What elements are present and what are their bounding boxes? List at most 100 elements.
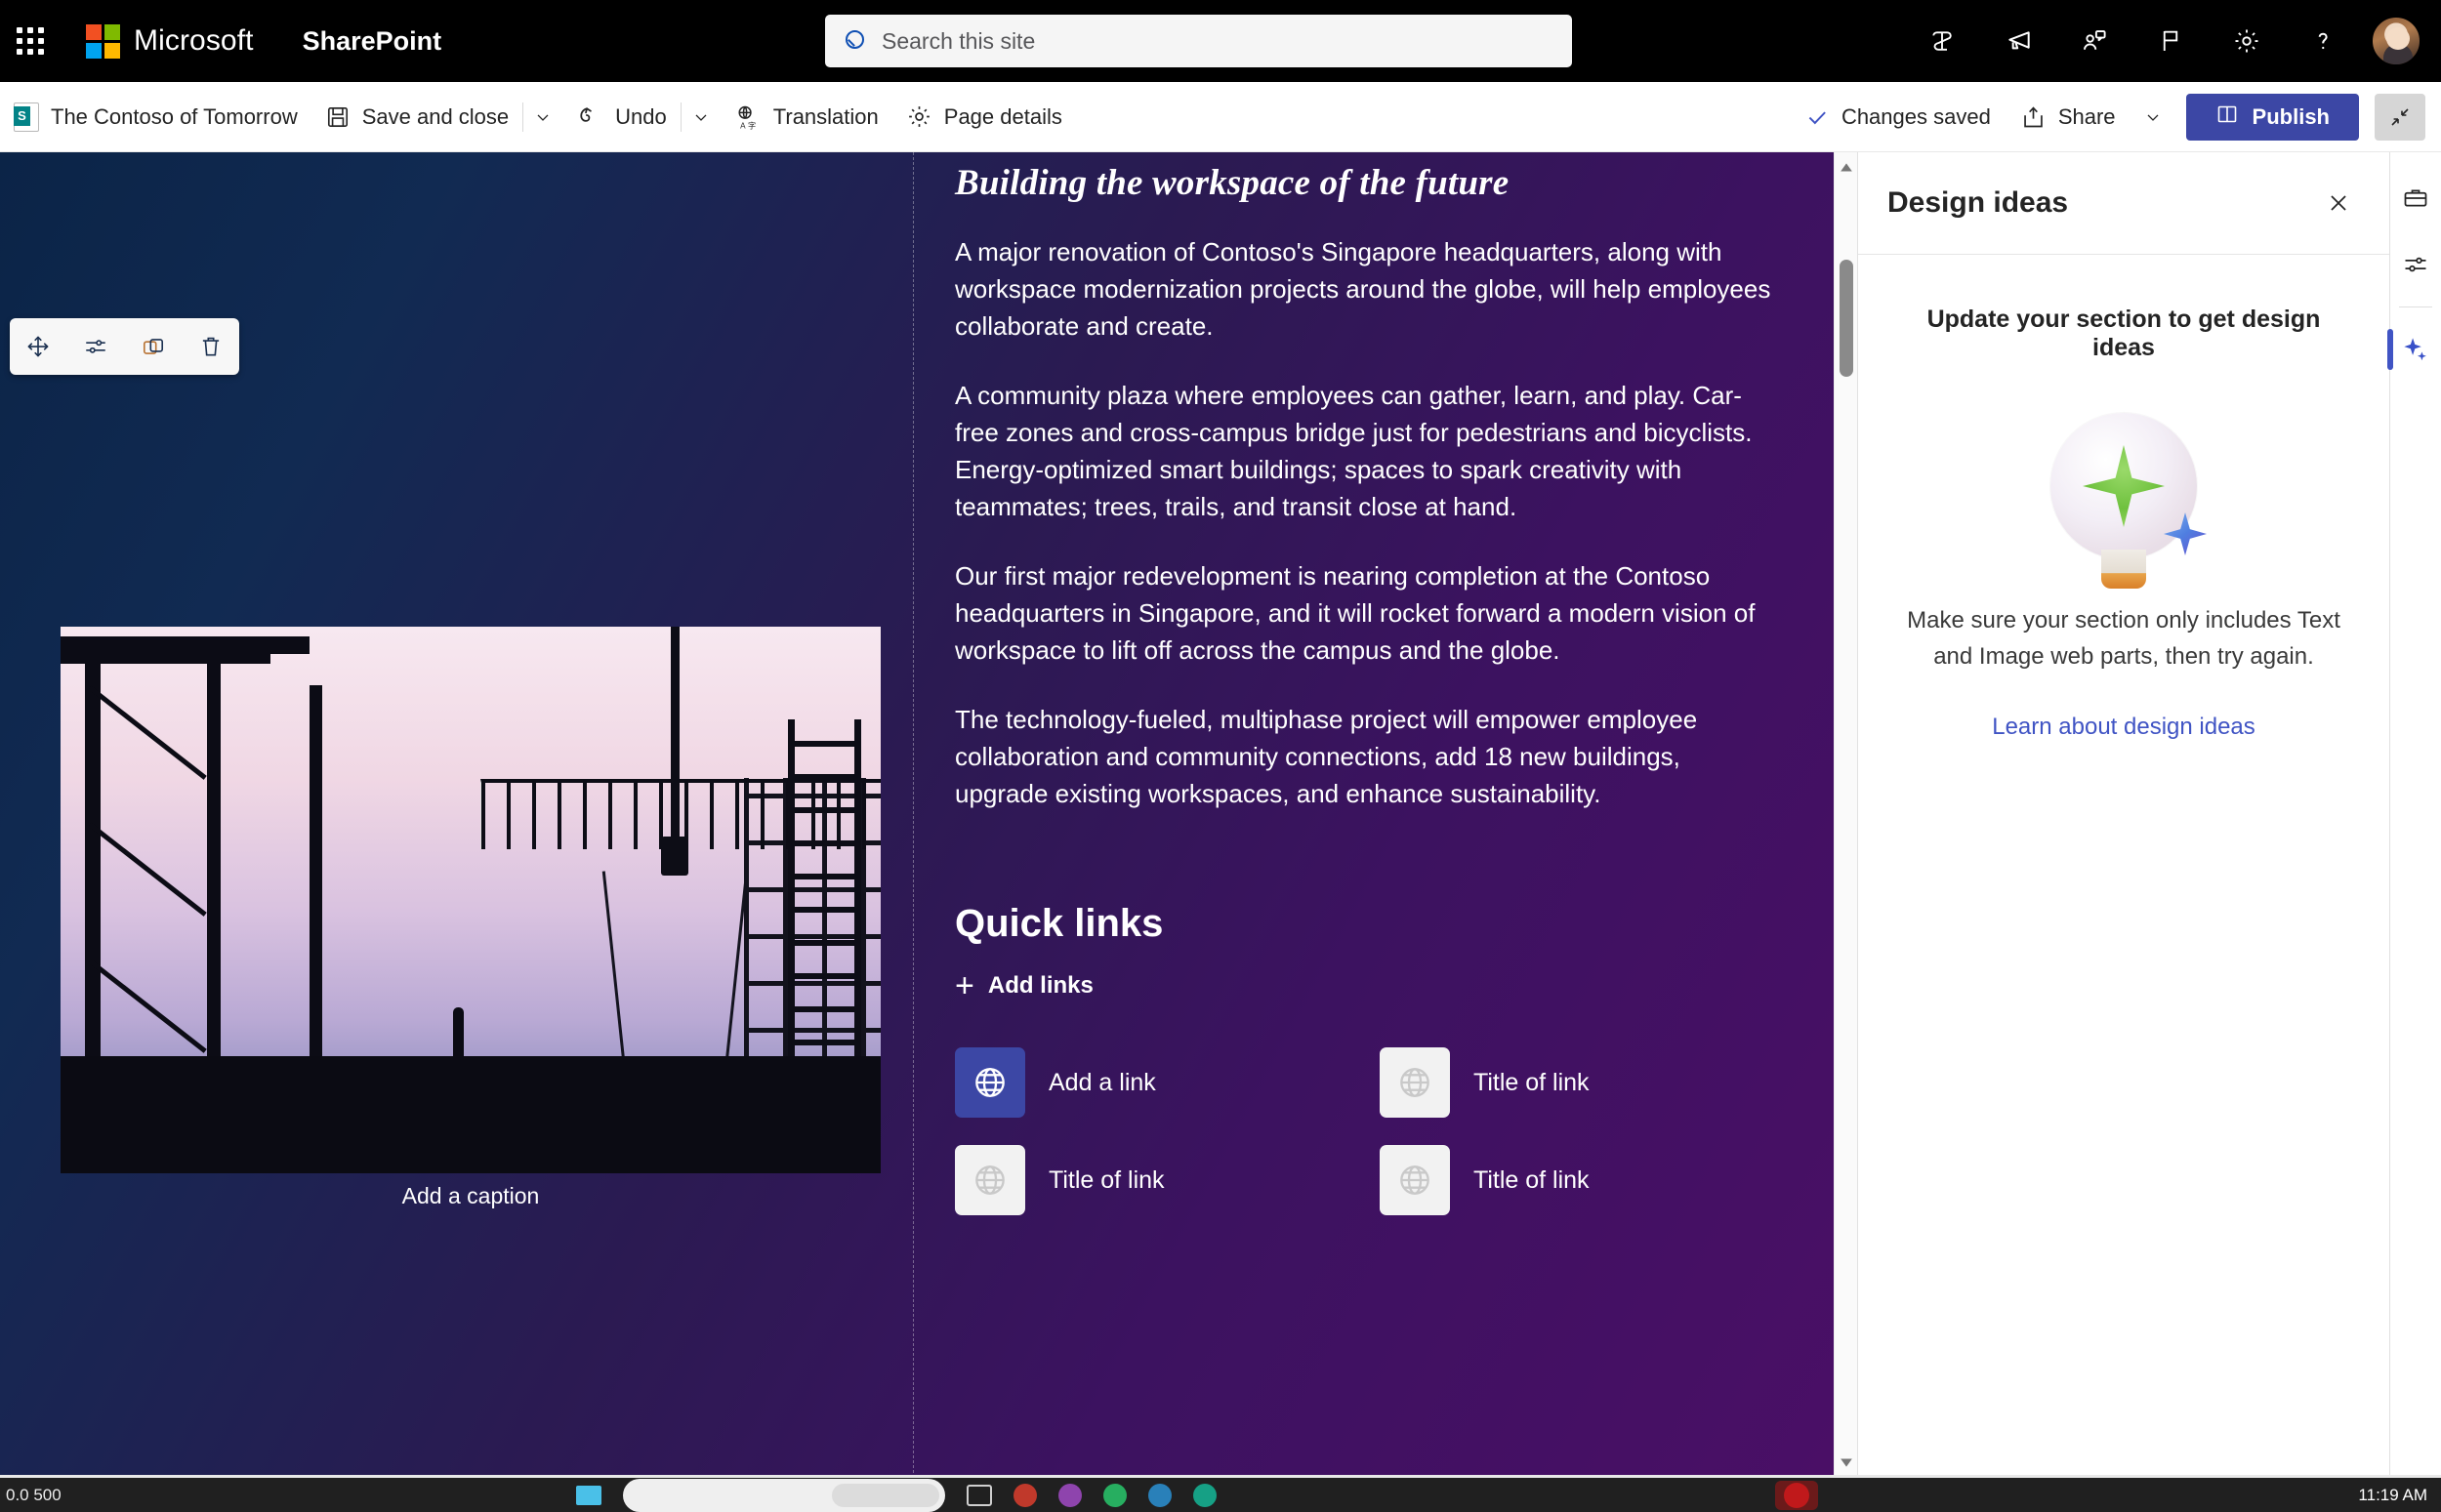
image-web-part-toolbar (10, 318, 239, 375)
flag-icon[interactable] (2132, 0, 2209, 82)
taskbar-notification-badge[interactable] (1775, 1481, 1818, 1510)
microsoft-logo[interactable]: Microsoft (86, 23, 254, 59)
scroll-down-icon[interactable] (1835, 1451, 1858, 1474)
settings-sliders-icon[interactable] (2392, 234, 2439, 295)
divider (2399, 306, 2432, 307)
microsoft-logo-icon (86, 23, 120, 59)
construction-image[interactable] (61, 627, 881, 1173)
app-launcher-button[interactable] (0, 0, 61, 82)
canvas-scrollbar[interactable] (1834, 152, 1857, 1478)
link-label: Title of link (1473, 1068, 1590, 1096)
changes-saved-label: Changes saved (1841, 104, 1991, 129)
taskbar-app-icon[interactable] (576, 1485, 601, 1505)
taskbar-app-icon[interactable] (1193, 1483, 1217, 1507)
lightbulb-sparkle-icon (2050, 413, 2207, 589)
taskbar-left-text: 0.0 500 (6, 1485, 62, 1504)
scrollbar-thumb[interactable] (1840, 260, 1853, 377)
article-paragraph[interactable]: A major renovation of Contoso's Singapor… (955, 233, 1775, 345)
copilot-icon[interactable] (1904, 0, 1980, 82)
settings-sliders-icon[interactable] (73, 324, 118, 369)
close-icon[interactable] (2317, 182, 2360, 225)
globe-icon (955, 1047, 1025, 1118)
command-bar: The Contoso of Tomorrow Save and close U… (0, 82, 2441, 152)
undo-options-chevron-down-icon[interactable] (682, 82, 721, 152)
panel-lead-text: Update your section to get design ideas (1926, 306, 2321, 361)
save-and-close-label: Save and close (361, 103, 510, 129)
undo-label: Undo (615, 103, 667, 129)
page-details-button[interactable]: Page details (892, 82, 1076, 152)
page-name-label: The Contoso of Tomorrow (51, 103, 298, 129)
page-name-button[interactable]: The Contoso of Tomorrow (0, 82, 311, 152)
os-taskbar: 0.0 500 11:19 AM (0, 1478, 2441, 1512)
link-label: Title of link (1049, 1165, 1165, 1194)
list-item[interactable]: Add a link (955, 1047, 1380, 1118)
collapse-ribbon-button[interactable] (2375, 94, 2425, 141)
scroll-up-icon[interactable] (1835, 156, 1858, 180)
gear-icon (906, 103, 932, 130)
add-links-button[interactable]: + Add links (955, 969, 1775, 1002)
globe-icon (1380, 1145, 1450, 1215)
globe-icon (1380, 1047, 1450, 1118)
panel-header: Design ideas (1858, 152, 2389, 255)
list-item[interactable]: Title of link (955, 1145, 1380, 1215)
waffle-icon (17, 27, 44, 55)
suite-bar: Microsoft SharePoint (0, 0, 2441, 82)
article-paragraph[interactable]: Our first major redevelopment is nearing… (955, 557, 1775, 669)
share-button[interactable]: Share (2007, 82, 2130, 152)
search-icon (843, 28, 868, 54)
image-caption-input[interactable]: Add a caption (61, 1183, 881, 1209)
section-column-divider (913, 152, 914, 1478)
suite-actions (1904, 0, 2441, 82)
app-name-sharepoint[interactable]: SharePoint (303, 26, 442, 57)
learn-about-design-ideas-link[interactable]: Learn about design ideas (1992, 714, 2255, 741)
translation-icon: A 字 (734, 103, 762, 131)
plus-icon: + (955, 967, 974, 1004)
search-box[interactable] (825, 15, 1572, 67)
design-ideas-panel: Design ideas Update your section to get … (1857, 152, 2389, 1478)
feedback-person-icon[interactable] (2056, 0, 2132, 82)
taskbar-app-icon[interactable] (1103, 1483, 1127, 1507)
article-paragraph[interactable]: The technology-fueled, multiphase projec… (955, 701, 1775, 812)
page-details-label: Page details (943, 103, 1062, 129)
taskbar-apps (576, 1478, 1217, 1512)
undo-button[interactable]: Undo (562, 82, 681, 152)
taskbar-clock: 11:19 AM (2358, 1486, 2427, 1504)
right-rail (2387, 152, 2441, 1478)
move-icon[interactable] (16, 324, 61, 369)
search-input[interactable] (882, 27, 1554, 55)
save-options-chevron-down-icon[interactable] (523, 82, 562, 152)
save-and-close-button[interactable]: Save and close (311, 82, 522, 152)
collapse-arrows-icon (2391, 108, 2409, 126)
duplicate-icon[interactable] (131, 324, 176, 369)
share-label: Share (2057, 104, 2116, 129)
megaphone-icon[interactable] (1980, 0, 2056, 82)
delete-icon[interactable] (188, 324, 233, 369)
article-title[interactable]: Building the workspace of the future (955, 162, 1775, 204)
article-paragraph[interactable]: A community plaza where employees can ga… (955, 377, 1775, 525)
list-item[interactable]: Title of link (1380, 1145, 1804, 1215)
help-icon[interactable] (2285, 0, 2361, 82)
status-badge-changes-saved: Changes saved (1793, 104, 2003, 130)
share-icon (2020, 104, 2047, 131)
add-links-label: Add links (987, 972, 1094, 999)
quick-links-title: Quick links (955, 902, 1164, 945)
share-options-chevron-down-icon[interactable] (2133, 82, 2172, 152)
list-item[interactable]: Title of link (1380, 1047, 1804, 1118)
taskbar-app-icon[interactable] (1148, 1483, 1172, 1507)
page-title: Design ideas (1887, 186, 2069, 219)
translation-button[interactable]: A 字 Translation (721, 82, 892, 152)
taskbar-app-icon[interactable] (967, 1484, 992, 1506)
publish-page-icon (2215, 102, 2239, 132)
page-canvas: Add a caption Building the workspace of … (0, 152, 1834, 1478)
taskbar-app-icon[interactable] (1014, 1483, 1037, 1507)
publish-label: Publish (2252, 104, 2330, 129)
toolbox-icon[interactable] (2392, 168, 2439, 228)
publish-button[interactable]: Publish (2185, 94, 2359, 141)
avatar[interactable] (2371, 16, 2421, 66)
svg-text:字: 字 (748, 120, 756, 130)
taskbar-search-pill[interactable] (623, 1478, 945, 1512)
link-label: Title of link (1473, 1165, 1590, 1194)
taskbar-app-icon[interactable] (1058, 1483, 1082, 1507)
sparkle-icon[interactable] (2387, 319, 2439, 380)
gear-icon[interactable] (2209, 0, 2285, 82)
